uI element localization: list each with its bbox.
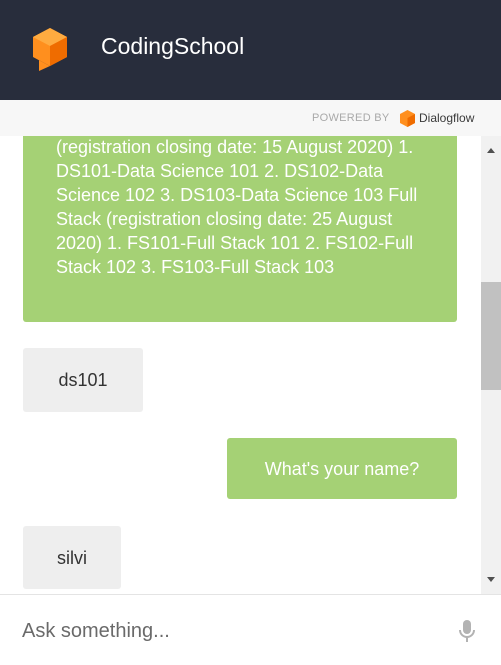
chat-scrollbar[interactable]: [481, 136, 501, 594]
scrollbar-thumb[interactable]: [481, 282, 501, 390]
app-title: CodingSchool: [101, 33, 245, 59]
dialogflow-brand: Dialogflow: [419, 111, 475, 125]
input-bar: [0, 594, 501, 665]
scroll-down-arrow-icon[interactable]: [487, 577, 495, 582]
user-message: silvi: [23, 526, 121, 589]
powered-by-label: POWERED BY: [312, 112, 390, 124]
chat-header: CodingSchool: [0, 0, 501, 100]
scroll-up-arrow-icon[interactable]: [487, 148, 495, 153]
app-logo-icon: [33, 28, 67, 71]
dialogflow-logo-icon: [400, 110, 415, 127]
message-input[interactable]: [22, 615, 422, 647]
chat-transcript[interactable]: (registration closing date: 15 August 20…: [0, 136, 481, 594]
microphone-icon[interactable]: [458, 619, 476, 643]
bot-message: What's your name?: [227, 438, 457, 499]
user-message: ds101: [23, 348, 143, 412]
bot-message: (registration closing date: 15 August 20…: [23, 136, 457, 322]
